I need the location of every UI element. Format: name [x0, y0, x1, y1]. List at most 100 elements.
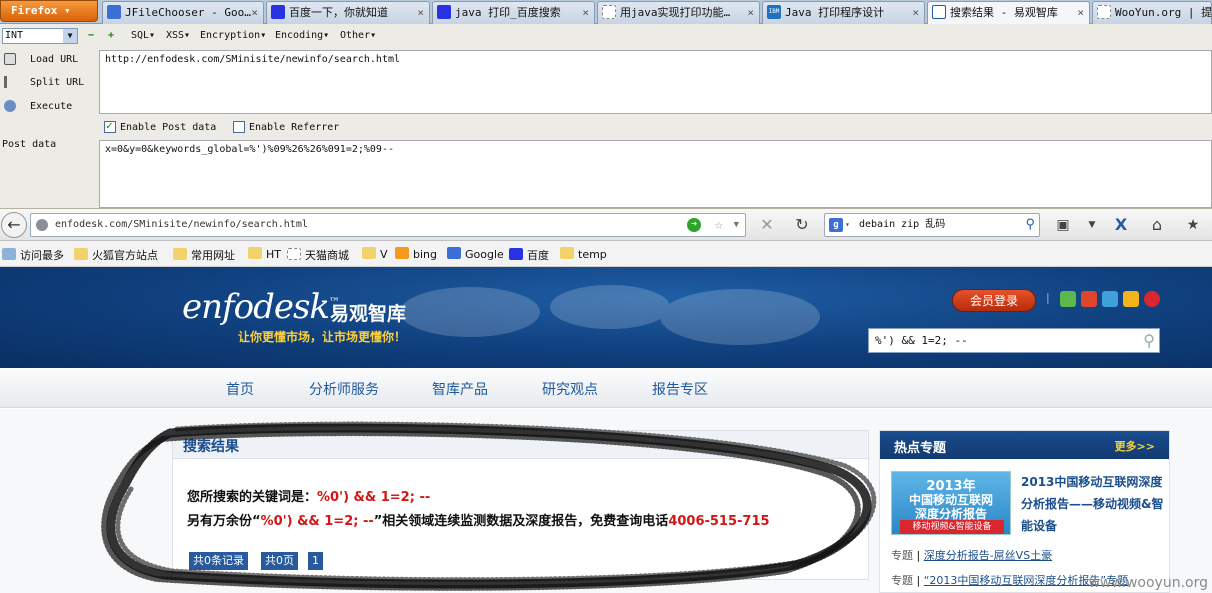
- enable-referrer-checkbox[interactable]: Enable Referrer: [233, 121, 339, 133]
- bookmarks-menu-icon[interactable]: ★: [1183, 215, 1203, 235]
- topic-label: 专题: [891, 549, 913, 562]
- tab-wooyun[interactable]: WooYun.org | 提交: [1092, 1, 1212, 24]
- bookmark-most-visited[interactable]: 访问最多: [2, 247, 64, 263]
- bookmark-common-sites[interactable]: 常用网址: [173, 247, 235, 263]
- menu-other[interactable]: Other▾: [340, 30, 376, 41]
- url-textarea[interactable]: http://enfodesk.com/SMinisite/newinfo/se…: [99, 50, 1212, 114]
- site-logo[interactable]: enfodesk™: [182, 287, 340, 327]
- screenshot-icon[interactable]: ▣: [1053, 215, 1073, 235]
- weibo-icon[interactable]: [1081, 291, 1097, 307]
- close-icon[interactable]: ×: [1077, 2, 1084, 23]
- bookmark-google[interactable]: Google: [447, 247, 504, 261]
- search-bar[interactable]: g ▾ debain zip 乱码 ⚲: [824, 213, 1040, 237]
- google-icon: [447, 247, 461, 259]
- phone-number: 4006-515-715: [668, 514, 770, 529]
- featured-report-link[interactable]: 2013中国移动互联网深度分析报告——移动视频&智能设备: [1021, 471, 1166, 537]
- close-icon[interactable]: ×: [582, 2, 589, 23]
- bookmark-label: bing: [413, 248, 437, 261]
- close-icon[interactable]: ×: [747, 2, 754, 23]
- tab-strip: Firefox ▾ JFileChooser - Goo… × 百度一下，你就知…: [0, 0, 1212, 25]
- ibm-icon: IBM: [767, 5, 781, 19]
- checkbox-unchecked: [233, 121, 245, 133]
- post-data-textarea[interactable]: x=0&y=0&keywords_global=%')%09%26%26%091…: [99, 140, 1212, 208]
- bookmark-v[interactable]: V: [362, 247, 388, 261]
- bookmark-bing[interactable]: bing: [395, 247, 437, 261]
- enable-post-checkbox[interactable]: Enable Post data: [104, 119, 216, 133]
- go-arrow-icon[interactable]: ➜: [687, 218, 701, 232]
- tab-title: Java 打印程序设计: [785, 6, 885, 19]
- nav-products[interactable]: 智库产品: [432, 379, 488, 399]
- topic-link[interactable]: 深度分析报告-屌丝VS土豪: [924, 549, 1052, 562]
- bookmark-temp[interactable]: temp: [560, 247, 607, 261]
- search-text: debain zip 乱码: [859, 219, 946, 230]
- hot-topics-header: 热点专题 更多>>: [880, 431, 1169, 459]
- nav-home[interactable]: 首页: [226, 379, 254, 399]
- chevron-down-icon[interactable]: ▼: [1082, 215, 1102, 235]
- bookmark-firefox-sites[interactable]: 火狐官方站点: [74, 247, 158, 263]
- page-1-link[interactable]: 1: [308, 552, 323, 570]
- blank-page-icon: [602, 5, 616, 19]
- member-login-button[interactable]: 会员登录: [952, 289, 1036, 312]
- site-search-input[interactable]: %') && 1=2; -- ⚲: [868, 328, 1160, 353]
- tab-jfilechooser[interactable]: JFileChooser - Goo… ×: [102, 1, 264, 24]
- reload-icon[interactable]: ↻: [792, 215, 812, 235]
- folder-icon: [362, 247, 376, 259]
- bookmark-baidu[interactable]: 百度: [509, 247, 549, 263]
- navigation-toolbar: ← enfodesk.com/SMinisite/newinfo/search.…: [0, 209, 1212, 241]
- post-data-label: Post data: [2, 139, 57, 150]
- bookmark-label: temp: [578, 248, 607, 261]
- tab-baidu-search[interactable]: java 打印_百度搜索 ×: [432, 1, 595, 24]
- menu-encryption[interactable]: Encryption▾: [200, 30, 266, 41]
- search-icon[interactable]: ⚲: [1143, 329, 1155, 352]
- execute-label: Execute: [30, 101, 73, 112]
- wechat-icon[interactable]: [1060, 291, 1076, 307]
- firefox-menu-button[interactable]: Firefox ▾: [0, 0, 98, 22]
- x-addon-icon[interactable]: X: [1111, 215, 1131, 235]
- close-icon[interactable]: ×: [912, 2, 919, 23]
- renren-icon[interactable]: [1144, 291, 1160, 307]
- more-link[interactable]: 更多>>: [1115, 438, 1155, 454]
- google-icon: g: [829, 218, 843, 232]
- globe-icon: [36, 219, 48, 231]
- home-icon[interactable]: ⌂: [1147, 215, 1167, 235]
- t-icon[interactable]: [1123, 291, 1139, 307]
- tab-java-print[interactable]: 用java实现打印功能… ×: [597, 1, 760, 24]
- tencent-weibo-icon[interactable]: [1102, 291, 1118, 307]
- promo-line: 另有万余份“%0') && 1=2; --”相关领域连续监测数据及深度报告，免费…: [187, 510, 770, 529]
- back-button[interactable]: ←: [1, 212, 27, 238]
- nav-research[interactable]: 研究观点: [542, 379, 598, 399]
- tab-search-results[interactable]: 搜索结果 - 易观智库 ×: [927, 1, 1090, 25]
- baidu-paw-icon: [509, 248, 523, 260]
- hackbar-panel: INT ▼ − + SQL▾ XSS▾ Encryption▾ Encoding…: [0, 24, 1212, 209]
- close-icon[interactable]: ×: [417, 2, 424, 23]
- topic-row: 专题 | 深度分析报告-屌丝VS土豪: [891, 549, 1053, 562]
- keyword-value: %0') && 1=2; --: [317, 490, 431, 505]
- bookmark-label: Google: [465, 248, 504, 261]
- close-icon[interactable]: ×: [251, 2, 258, 23]
- stop-icon[interactable]: ✕: [757, 215, 777, 235]
- menu-encoding[interactable]: Encoding▾: [275, 30, 329, 41]
- bookmark-ht[interactable]: HT: [248, 247, 281, 261]
- chevron-down-icon[interactable]: ▼: [734, 214, 739, 236]
- page-icon: [287, 248, 301, 260]
- bing-icon: [395, 247, 409, 259]
- tab-baidu-home[interactable]: 百度一下，你就知道 ×: [266, 1, 430, 24]
- tab-title: 搜索结果 - 易观智库: [950, 6, 1058, 19]
- type-select[interactable]: INT ▼: [2, 28, 78, 44]
- report-banner-image[interactable]: 2013年 中国移动互联网 深度分析报告 移动视频&智能设备: [891, 471, 1011, 535]
- search-icon[interactable]: ⚲: [1025, 214, 1035, 236]
- bookmark-tmall[interactable]: 天猫商城: [287, 247, 349, 263]
- nav-reports[interactable]: 报告专区: [652, 379, 708, 399]
- tab-ibm-java[interactable]: IBM Java 打印程序设计 ×: [762, 1, 925, 24]
- menu-sql[interactable]: SQL▾: [131, 30, 155, 41]
- menu-xss[interactable]: XSS▾: [166, 30, 190, 41]
- execute-button[interactable]: Execute: [4, 100, 72, 112]
- bookmark-label: 访问最多: [20, 249, 64, 262]
- plus-icon[interactable]: +: [108, 30, 114, 41]
- bookmark-star-icon[interactable]: ☆: [715, 214, 723, 236]
- address-bar[interactable]: enfodesk.com/SMinisite/newinfo/search.ht…: [30, 213, 746, 237]
- split-url-button[interactable]: Split URL: [4, 76, 84, 88]
- minus-icon[interactable]: −: [88, 30, 94, 41]
- nav-analyst-service[interactable]: 分析师服务: [309, 379, 379, 399]
- load-url-button[interactable]: Load URL: [4, 53, 78, 65]
